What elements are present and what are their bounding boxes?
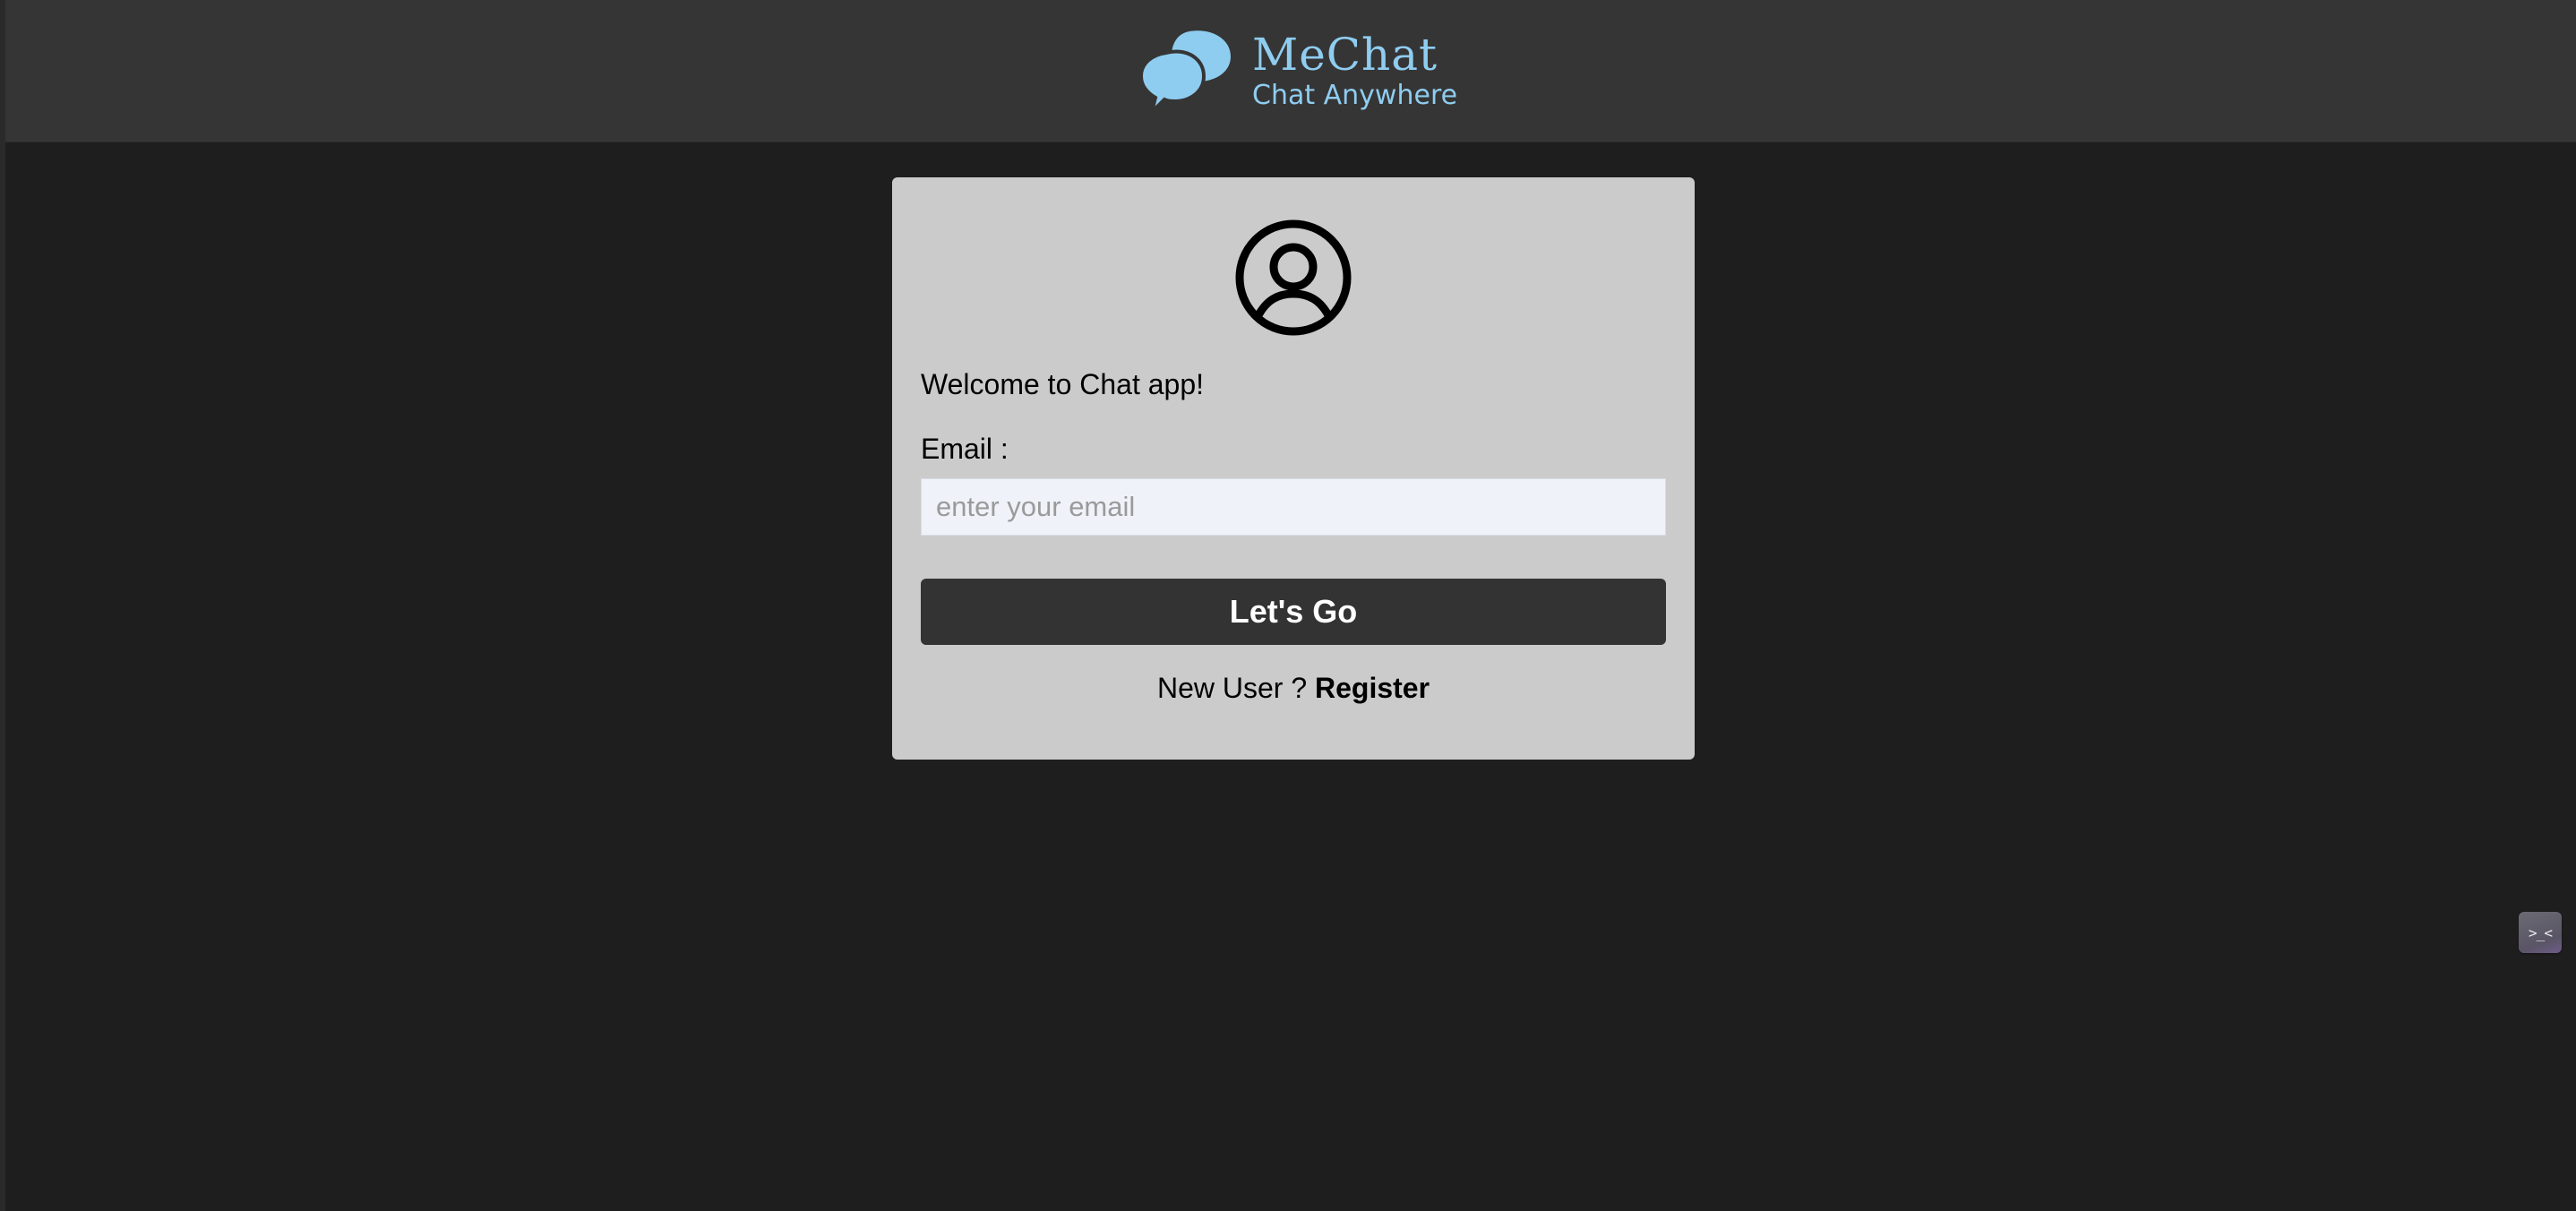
app-window: MeChat Chat Anywhere Welcome to Chat app… [0, 0, 2576, 1211]
top-header: MeChat Chat Anywhere [5, 0, 2576, 142]
brand-text: MeChat Chat Anywhere [1252, 30, 1457, 112]
email-input[interactable] [921, 478, 1666, 536]
face-icon: >_< [2529, 923, 2553, 941]
register-prompt: New User ? [1156, 672, 1315, 704]
register-link[interactable]: Register [1315, 672, 1430, 704]
extension-widget-button[interactable]: >_< [2519, 912, 2562, 953]
welcome-text: Welcome to Chat app! [921, 368, 1205, 400]
login-card: Welcome to Chat app! Email : Let's Go Ne… [892, 177, 1695, 760]
user-circle-icon [1235, 219, 1352, 336]
email-label: Email : [921, 433, 1009, 465]
brand-name: MeChat [1252, 29, 1438, 81]
brand-tagline: Chat Anywhere [1252, 80, 1458, 111]
lets-go-button[interactable]: Let's Go [921, 579, 1666, 645]
brand[interactable]: MeChat Chat Anywhere [1139, 21, 1457, 120]
register-row: New User ? Register [892, 670, 1695, 706]
chat-bubbles-icon [1139, 30, 1231, 116]
